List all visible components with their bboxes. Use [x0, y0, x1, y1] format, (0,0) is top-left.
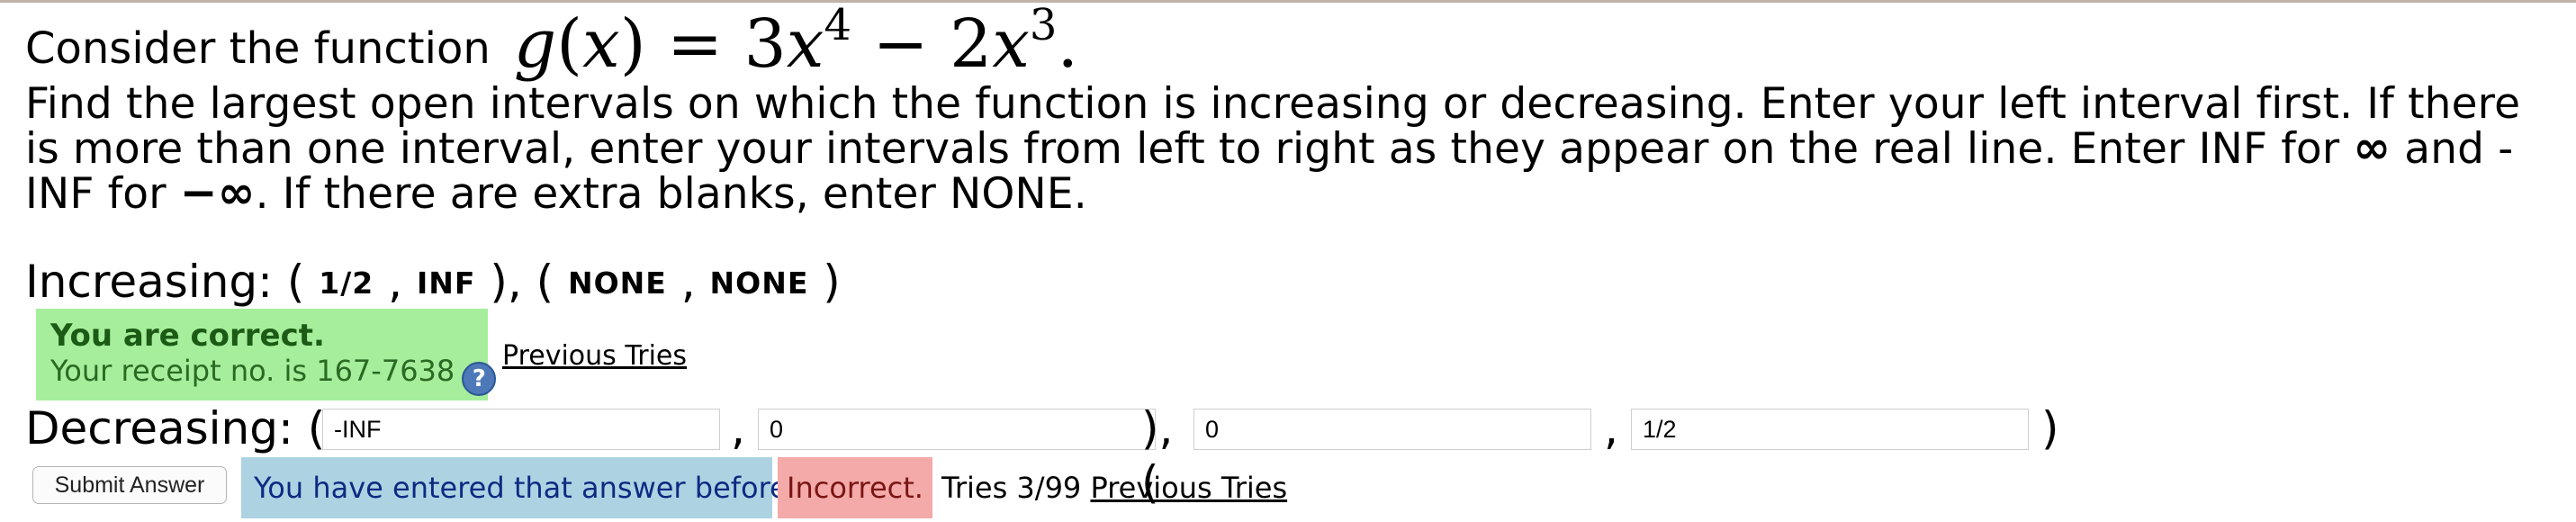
duplicate-answer-message: You have entered that answer before [241, 457, 788, 518]
instructions-end-text: . If there are extra blanks, enter NONE. [255, 169, 1087, 219]
top-divider [0, 0, 2576, 3]
decreasing-interval1-left-input[interactable]: -INF [322, 409, 720, 450]
tries-count: Tries 3/99 [941, 471, 1082, 505]
submit-answer-button[interactable]: Submit Answer [32, 466, 227, 504]
term1-coefficient: 3 [743, 5, 787, 83]
instructions-text: Find the largest open intervals on which… [25, 79, 2521, 174]
increasing-interval1-left: 1/2 [319, 266, 374, 301]
increasing-row: Increasing: ( 1/2 , INF ), ( NONE , NONE… [25, 256, 841, 308]
tries-status: Tries 3/99 Previous Tries [941, 457, 1287, 518]
closing-paren: ) [2041, 402, 2059, 454]
correct-status-box: You are correct. Your receipt no. is 167… [36, 309, 497, 400]
problem-heading: Consider the function g(x) = 3x4 − 2x3. [25, 0, 1078, 83]
increasing-interval2-right: NONE [709, 266, 809, 301]
negative-infinity-symbol: −∞ [179, 166, 256, 219]
question-circle-icon[interactable]: ? [462, 362, 497, 396]
comma-separator: , [731, 402, 745, 454]
correct-status-title: You are correct. [50, 318, 325, 354]
instructions-paragraph: Find the largest open intervals on which… [25, 83, 2563, 216]
increasing-previous-tries-link[interactable]: Previous Tries [502, 340, 687, 372]
increasing-interval2-left: NONE [568, 266, 667, 301]
incorrect-message: Incorrect. [778, 457, 932, 518]
decreasing-interval2-right-input[interactable]: 1/2 [1631, 409, 2029, 450]
function-name: g [513, 5, 557, 83]
receipt-line: Your receipt no. is 167-7638? [50, 354, 497, 396]
comma-separator-2: , [1604, 402, 1618, 454]
term2-exponent: 3 [1029, 0, 1058, 50]
problem-lead-text: Consider the function [25, 23, 491, 74]
decreasing-previous-tries-link[interactable]: Previous Tries [1090, 471, 1287, 505]
increasing-interval1-right: INF [416, 266, 476, 301]
decreasing-interval1-right-input[interactable]: 0 [758, 409, 1156, 450]
increasing-label: Increasing: [25, 256, 273, 308]
decreasing-interval2-left-input[interactable]: 0 [1193, 409, 1591, 450]
function-equation: g(x) = 3x4 − 2x3. [513, 0, 1078, 83]
function-variable: x [582, 5, 620, 83]
infinity-symbol: ∞ [2353, 122, 2391, 174]
receipt-text: Your receipt no. is 167-7638 [50, 354, 455, 388]
decreasing-label: Decreasing: ( [25, 402, 326, 454]
term1-exponent: 4 [824, 0, 852, 50]
term2-coefficient: 2 [950, 5, 993, 83]
